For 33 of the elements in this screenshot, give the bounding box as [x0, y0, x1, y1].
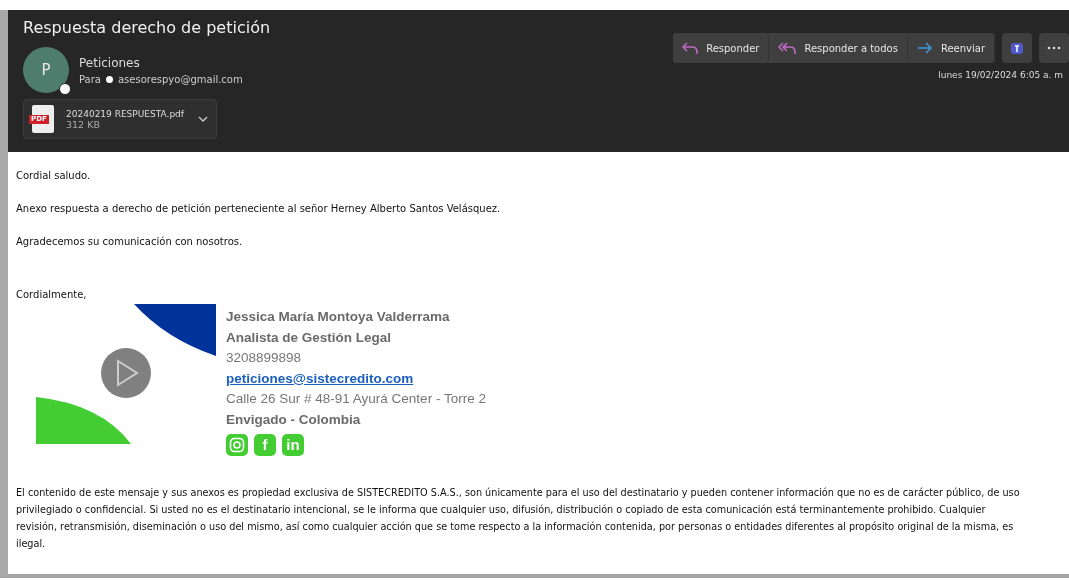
instagram-icon[interactable]	[226, 434, 248, 456]
body-paragraph: Cordial saludo.	[16, 170, 92, 181]
disclaimer-text: privilegiado o confidencial. Si usted no es el destinatario intencional, se le informa que cualquier uso, difusión, distribución o copiado de esta comunicación está terminantemente prohibido. Cualquier	[16, 503, 987, 517]
teams-icon	[1009, 40, 1025, 56]
reply-all-icon	[778, 41, 797, 55]
signature-role: Analista de Gestión Legal	[226, 328, 393, 347]
more-icon	[1047, 46, 1061, 50]
disclaimer-text: El contenido de este mensaje y sus anexos es propiedad exclusiva de SISTECREDITO S.A.S., son únicamente para el uso del destinatario y pueden contener información que no es de carácter público, de uso	[16, 486, 1021, 500]
attachment-size: 312 KB	[66, 118, 101, 130]
to-label: Para	[79, 73, 101, 85]
signature-phone: 3208899898	[226, 349, 303, 367]
teams-button[interactable]	[1002, 33, 1032, 63]
body-paragraph: Agradecemos su comunicación con nosotros.	[16, 236, 244, 247]
recipient-address[interactable]: asesorespyo@gmail.com	[117, 73, 243, 85]
disclaimer-text: ilegal.	[16, 537, 47, 551]
reply-icon	[682, 41, 699, 55]
body-paragraph: Anexo respuesta a derecho de petición perteneciente al señor Herney Alberto Santos Velásquez.	[16, 203, 502, 214]
closing-text: Cordialmente,	[16, 289, 88, 300]
caret-icon[interactable]	[198, 116, 208, 122]
sender-avatar: P	[23, 47, 69, 93]
disclaimer-text: revisión, retransmisión, diseminación o uso del mismo, así como cualquier acción que se tome respecto a la información contenida, por personas o entidades diferentes al propósito original de la misma, es	[16, 520, 1015, 534]
forward-icon	[916, 42, 933, 54]
email-subject: Respuesta derecho de petición	[23, 18, 272, 37]
status-dot	[105, 75, 113, 83]
email-link[interactable]: peticiones@sistecredito.com	[226, 370, 414, 386]
signature-address: Calle 26 Sur # 48-91 Ayurá Center - Torre 2	[226, 390, 486, 408]
sent-date: lunes 19/02/2024 6:05 a. m	[938, 70, 1063, 80]
signature-city: Envigado - Colombia	[226, 410, 362, 429]
reply-button[interactable]: Responder	[673, 33, 770, 63]
sender-name: Peticiones	[79, 55, 141, 70]
attachment-filename: 20240219 RESPUESTA.pdf	[66, 108, 184, 119]
signature-name: Jessica María Montoya Valderrama	[226, 308, 451, 326]
more-button[interactable]	[1039, 33, 1069, 63]
